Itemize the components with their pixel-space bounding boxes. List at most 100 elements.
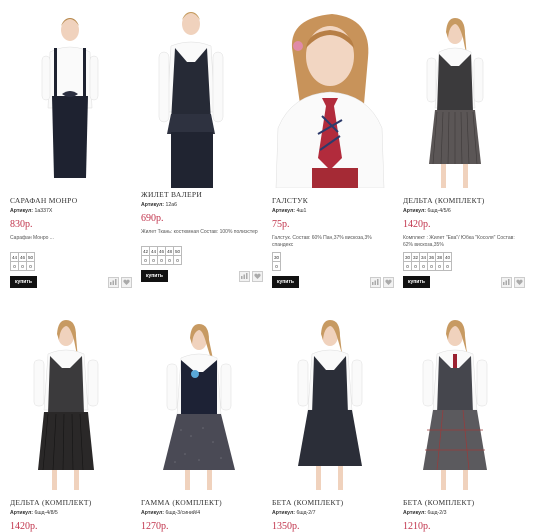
product-grid: САРАФАН МОНРО Артикул: 1а337Х 830р. Сара… (0, 0, 533, 532)
sku-label: Артикул: (10, 208, 34, 214)
buy-button[interactable]: купить (403, 276, 430, 288)
product-card: ДЕЛЬТА (КОМПЛЕКТ) Артикул: 6шд-4/8/5 142… (10, 310, 132, 532)
product-name[interactable]: ЖИЛЕТ ВАЛЕРИ (141, 190, 263, 199)
product-name[interactable]: БЕТА (КОМПЛЕКТ) (403, 498, 525, 507)
quantity-input[interactable]: 0 (26, 261, 35, 271)
compare-icon[interactable] (239, 270, 250, 282)
quantity-input[interactable]: 0 (149, 255, 158, 265)
sku-value: 6шд-4/5/6 (427, 208, 451, 214)
product-name[interactable]: БЕТА (КОМПЛЕКТ) (272, 498, 394, 507)
buy-button[interactable]: купить (272, 276, 299, 288)
size-cell: 36 (427, 252, 436, 262)
product-photo[interactable] (272, 8, 394, 188)
quantity-input[interactable]: 0 (419, 261, 428, 271)
product-price: 1210р. (403, 521, 431, 532)
sku-label: Артикул: (141, 510, 165, 516)
product-price: 75р. (272, 219, 290, 230)
product-photo[interactable] (10, 310, 132, 490)
wishlist-heart-icon[interactable] (383, 276, 394, 288)
product-price: 690р. (141, 213, 164, 224)
sku-label: Артикул: (272, 208, 296, 214)
buy-button[interactable]: купить (10, 276, 37, 288)
quantity-input[interactable]: 0 (173, 255, 182, 265)
quantity-input[interactable]: 0 (141, 255, 150, 265)
quantity-input[interactable]: 0 (165, 255, 174, 265)
product-name[interactable]: ДЕЛЬТА (КОМПЛЕКТ) (10, 498, 132, 507)
size-cell: 38 (435, 252, 444, 262)
size-cell: 44 (10, 252, 19, 262)
product-sku: Артикул: 6шд-4/8/5 (10, 510, 132, 516)
size-cell: 40 (443, 252, 452, 262)
product-card: ГАММА (КОМПЛЕКТ) Артикул: 6шд-3/синий/4 … (141, 310, 263, 532)
size-cell: 46 (157, 246, 166, 256)
product-name[interactable]: ГАММА (КОМПЛЕКТ) (141, 498, 263, 507)
wishlist-heart-icon[interactable] (121, 276, 132, 288)
product-sku: Артикул: 6шд-2/7 (272, 510, 394, 516)
size-table: 30 32 34 36 38 40 0 0 0 0 0 0 (403, 252, 452, 271)
compare-icon[interactable] (501, 276, 512, 288)
size-cell: 50 (26, 252, 35, 262)
quantity-input[interactable]: 0 (157, 255, 166, 265)
sku-value: 12а6 (165, 202, 178, 208)
size-cell: 30 (403, 252, 412, 262)
product-card: БЕТА (КОМПЛЕКТ) Артикул: 6шд-2/3 1210р. (403, 310, 525, 532)
product-sku: Артикул: 6шд-3/синий/4 (141, 510, 263, 516)
wishlist-heart-icon[interactable] (514, 276, 525, 288)
sku-value: 6шд-2/7 (296, 510, 316, 516)
product-description: Комплект : Жилет "Ева"/ Юбка "Косоля" Со… (403, 235, 515, 248)
product-description: Сарафан Монро ... (10, 235, 54, 241)
product-card: САРАФАН МОНРО Артикул: 1а337Х 830р. Сара… (10, 8, 132, 289)
size-table: 30 0 (272, 252, 281, 271)
product-description: Жилет Ткань: костюмная Состав: 100% поли… (141, 229, 258, 235)
product-photo[interactable] (403, 8, 525, 188)
product-photo[interactable] (403, 310, 525, 490)
size-table: 42 44 46 48 50 0 0 0 0 0 (141, 246, 182, 265)
quantity-input[interactable]: 0 (435, 261, 444, 271)
size-cell: 30 (272, 252, 281, 262)
size-cell: 44 (149, 246, 158, 256)
product-sku: Артикул: 12а6 (141, 202, 263, 208)
size-cell: 34 (419, 252, 428, 262)
product-sku: Артикул: 4ш1 (272, 208, 394, 214)
product-photo[interactable] (10, 8, 132, 188)
sku-value: 6шд-2/3 (427, 510, 447, 516)
product-name[interactable]: ДЕЛЬТА (КОМПЛЕКТ) (403, 196, 525, 205)
size-cell: 42 (141, 246, 150, 256)
product-name[interactable]: ГАЛСТУК (272, 196, 394, 205)
sku-label: Артикул: (272, 510, 296, 516)
card-actions: купить (10, 275, 132, 289)
product-price: 1420р. (403, 219, 431, 230)
sku-value: 6шд-4/8/5 (34, 510, 58, 516)
product-price: 830р. (10, 219, 33, 230)
card-actions: купить (272, 275, 394, 289)
quantity-input[interactable]: 0 (411, 261, 420, 271)
size-cell: 48 (165, 246, 174, 256)
quantity-input[interactable]: 0 (18, 261, 27, 271)
product-card: ГАЛСТУК Артикул: 4ш1 75р. Галстук. Соста… (272, 8, 394, 289)
buy-button[interactable]: купить (141, 270, 168, 282)
card-actions: купить (403, 275, 525, 289)
sku-label: Артикул: (403, 208, 427, 214)
product-sku: Артикул: 1а337Х (10, 208, 132, 214)
quantity-input[interactable]: 0 (10, 261, 19, 271)
sku-label: Артикул: (141, 202, 165, 208)
quantity-input[interactable]: 0 (403, 261, 412, 271)
product-photo[interactable] (141, 310, 263, 490)
quantity-input[interactable]: 0 (443, 261, 452, 271)
card-actions: купить (141, 269, 263, 283)
product-sku: Артикул: 6шд-2/3 (403, 510, 525, 516)
product-price: 1270р. (141, 521, 169, 532)
quantity-input[interactable]: 0 (427, 261, 436, 271)
product-photo[interactable] (141, 2, 263, 188)
wishlist-heart-icon[interactable] (252, 270, 263, 282)
product-photo[interactable] (272, 310, 394, 490)
compare-icon[interactable] (108, 276, 119, 288)
product-name[interactable]: САРАФАН МОНРО (10, 196, 132, 205)
quantity-input[interactable]: 0 (272, 261, 281, 271)
product-card: БЕТА (КОМПЛЕКТ) Артикул: 6шд-2/7 1350р. (272, 310, 394, 532)
product-sku: Артикул: 6шд-4/5/6 (403, 208, 525, 214)
compare-icon[interactable] (370, 276, 381, 288)
product-description: Галстук. Состав: 60% Пан,37% вискоза,3% … (272, 235, 372, 248)
product-price: 1420р. (10, 521, 38, 532)
sku-label: Артикул: (10, 510, 34, 516)
